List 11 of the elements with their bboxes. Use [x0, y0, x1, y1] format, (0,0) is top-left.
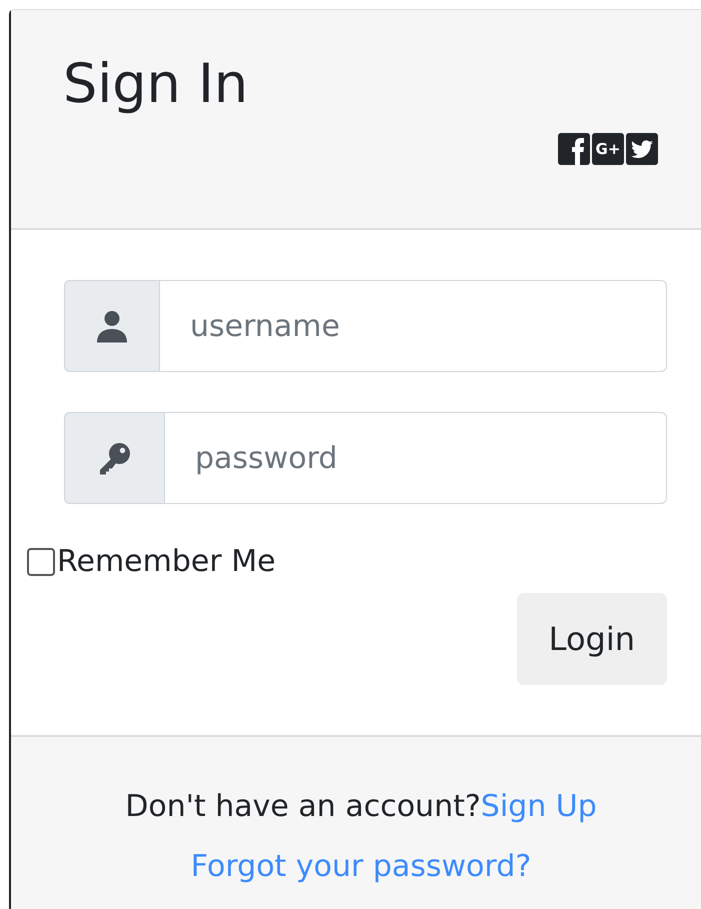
user-icon — [94, 308, 130, 344]
facebook-icon[interactable] — [558, 132, 590, 165]
card-title: Sign In — [63, 52, 248, 117]
google-plus-icon[interactable]: G+ — [592, 132, 624, 165]
twitter-icon[interactable] — [626, 132, 658, 165]
login-button[interactable]: Login — [516, 593, 667, 685]
password-field[interactable]: password — [165, 412, 667, 504]
remember-checkbox[interactable] — [27, 548, 55, 576]
account-prompt: Don't have an account? — [125, 789, 481, 824]
username-field[interactable]: username — [160, 280, 667, 372]
remember-label: Remember Me — [57, 544, 276, 579]
